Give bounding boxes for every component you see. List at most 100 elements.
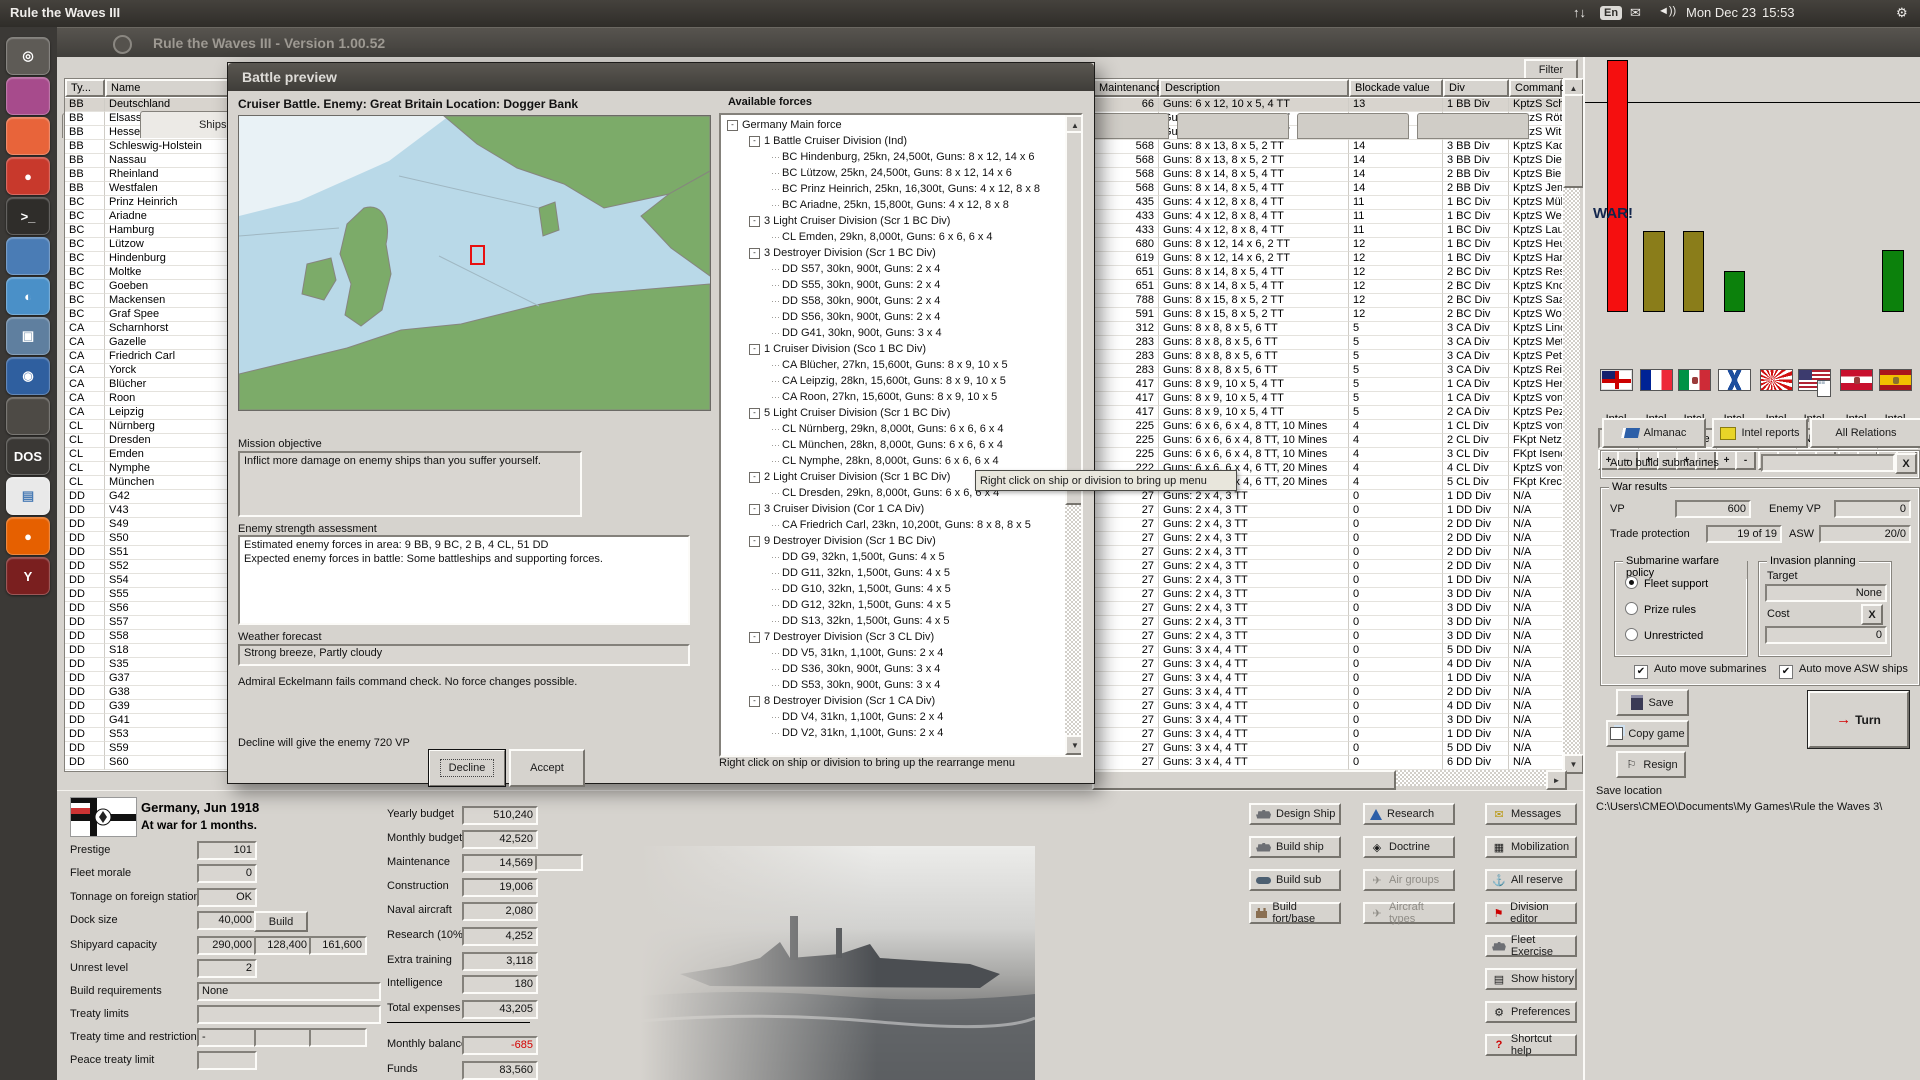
tree-item[interactable]: ··· BC Lützow, 25kn, 24,500t, Guns: 8 x 1… <box>771 165 1012 181</box>
fleet-row-s53[interactable]: DD S53 <box>65 728 234 742</box>
tree-item[interactable]: ··· DD V4, 31kn, 1,100t, Guns: 2 x 4 <box>771 709 943 725</box>
detail-row[interactable]: 225 Guns: 6 x 6, 6 x 4, 8 TT, 10 Mines 4 1 … <box>1093 420 1562 434</box>
auto-move-submarines-checkbox[interactable]: ✔ Auto move submarines <box>1634 663 1767 679</box>
fleet-row-s52[interactable]: DD S52 <box>65 560 234 574</box>
fleet-row-g38[interactable]: DD G38 <box>65 686 234 700</box>
preferences-button[interactable]: ⚙ Preferences <box>1485 1001 1577 1023</box>
scroll-right-icon[interactable]: ► <box>1546 770 1567 790</box>
detail-row[interactable]: 27 Guns: 2 x 4, 3 TT 0 2 DD Div N/A <box>1093 518 1562 532</box>
tree-item[interactable]: -3 Cruiser Division (Cor 1 CA Div) <box>749 501 924 517</box>
launcher-icon-media-player[interactable]: ● <box>6 157 50 195</box>
tab-stub[interactable] <box>1297 113 1409 139</box>
detail-row[interactable]: 568 Guns: 8 x 14, 8 x 5, 4 TT 14 2 BB Div Kp… <box>1093 168 1562 182</box>
tree-item[interactable]: ··· CL München, 28kn, 8,000t, Guns: 6 x 6… <box>771 437 1003 453</box>
fleet-row-friedrich-carl[interactable]: CA Friedrich Carl <box>65 350 234 364</box>
detail-row[interactable]: 225 Guns: 6 x 6, 6 x 4, 8 TT, 10 Mines 4 3 … <box>1093 448 1562 462</box>
flag-usa[interactable]: ≡≡ <box>1798 369 1831 397</box>
fleet-row-gazelle[interactable]: CA Gazelle <box>65 336 234 350</box>
fleet-row-s60[interactable]: DD S60 <box>65 756 234 770</box>
almanac-button[interactable]: Almanac <box>1602 418 1706 448</box>
tree-item[interactable]: ··· DD G9, 32kn, 1,500t, Guns: 4 x 5 <box>771 549 945 565</box>
detail-row[interactable]: 283 Guns: 8 x 8, 8 x 5, 6 TT 5 3 CA Div Kptz… <box>1093 336 1562 350</box>
mail-indicator-icon[interactable]: ✉ <box>1630 5 1641 21</box>
fleet-row-s35[interactable]: DD S35 <box>65 658 234 672</box>
radio-icon[interactable] <box>1625 602 1638 615</box>
fleet-row-prinz-heinrich[interactable]: BC Prinz Heinrich <box>65 196 234 210</box>
launcher-icon-software-center[interactable] <box>6 117 50 155</box>
clock-date[interactable]: Mon Dec 23 <box>1686 5 1756 20</box>
detail-row[interactable]: 417 Guns: 8 x 9, 10 x 5, 4 TT 5 2 CA Div Kpt… <box>1093 406 1562 420</box>
fleet-row-emden[interactable]: CL Emden <box>65 448 234 462</box>
detail-row[interactable]: 27 Guns: 2 x 4, 3 TT 0 3 DD Div N/A <box>1093 630 1562 644</box>
fleet-row-g42[interactable]: DD G42 <box>65 490 234 504</box>
detail-row[interactable]: 27 Guns: 2 x 4, 3 TT 0 1 DD Div N/A <box>1093 574 1562 588</box>
flag-japan[interactable] <box>1760 369 1793 391</box>
tree-collapse-icon[interactable]: - <box>749 535 760 547</box>
all-relations-button[interactable]: All Relations <box>1810 418 1920 448</box>
fleet-row-nassau[interactable]: BB Nassau <box>65 154 234 168</box>
session-menu-icon[interactable]: ⚙ <box>1896 5 1908 21</box>
flag-russia[interactable] <box>1718 369 1751 391</box>
launcher-icon-utility[interactable] <box>6 397 50 435</box>
detail-row[interactable]: 27 Guns: 3 x 4, 4 TT 0 4 DD Div N/A <box>1093 658 1562 672</box>
tree-vscroll-thumb[interactable] <box>1065 131 1081 505</box>
fleet-row-goeben[interactable]: BC Goeben <box>65 280 234 294</box>
detail-row[interactable]: 27 Guns: 3 x 4, 4 TT 0 1 DD Div N/A <box>1093 728 1562 742</box>
tree-item[interactable]: -7 Destroyer Division (Scr 3 CL Div) <box>749 629 934 645</box>
fleet-row-s56[interactable]: DD S56 <box>65 602 234 616</box>
detail-row[interactable]: 651 Guns: 8 x 14, 8 x 5, 4 TT 12 2 BC Div Kp… <box>1093 266 1562 280</box>
tree-item[interactable]: ··· DD G12, 32kn, 1,500t, Guns: 4 x 5 <box>771 597 951 613</box>
tree-item[interactable]: ··· DD S55, 30kn, 900t, Guns: 2 x 4 <box>771 277 940 293</box>
launcher-icon-dosbox[interactable]: DOS <box>6 437 50 475</box>
hscroll-thumb[interactable] <box>1092 770 1396 790</box>
save-button[interactable]: Save <box>1616 689 1689 716</box>
detail-row[interactable]: 27 Guns: 3 x 4, 4 TT 0 5 DD Div N/A <box>1093 644 1562 658</box>
decline-button[interactable]: Decline <box>428 749 506 787</box>
build-button[interactable]: Build <box>254 911 308 932</box>
fleet-row-s18[interactable]: DD S18 <box>65 644 234 658</box>
radio-icon[interactable] <box>1625 628 1638 641</box>
fleet-row-hindenburg[interactable]: BC Hindenburg <box>65 252 234 266</box>
launcher-icon-settings[interactable]: ◐ <box>6 277 50 315</box>
detail-header-maintenance[interactable]: Maintenance <box>1093 79 1162 97</box>
fleet-row-s55[interactable]: DD S55 <box>65 588 234 602</box>
launcher-icon-files[interactable] <box>6 77 50 115</box>
detail-row[interactable]: 27 Guns: 3 x 4, 4 TT 0 4 DD Div N/A <box>1093 700 1562 714</box>
tree-item[interactable]: ··· BC Prinz Heinrich, 25kn, 16,300t, Gun… <box>771 181 1040 197</box>
radio-unrestricted[interactable]: Unrestricted <box>1625 628 1703 642</box>
fleet-row-s58[interactable]: DD S58 <box>65 630 234 644</box>
fleet-row-deutschland[interactable]: BB Deutschland <box>65 98 234 112</box>
detail-row[interactable]: 283 Guns: 8 x 8, 8 x 5, 6 TT 5 3 CA Div Kptz… <box>1093 350 1562 364</box>
tree-item[interactable]: ··· CA Blücher, 27kn, 15,600t, Guns: 8 x … <box>771 357 1008 373</box>
detail-row[interactable]: 27 Guns: 3 x 4, 4 TT 0 2 DD Div N/A <box>1093 686 1562 700</box>
fleet-row-dresden[interactable]: CL Dresden <box>65 434 234 448</box>
volume-indicator-icon[interactable]: ◄)) <box>1658 5 1676 17</box>
tree-item[interactable]: -3 Light Cruiser Division (Scr 1 BC Div) <box>749 213 950 229</box>
tree-item[interactable]: ··· DD S53, 30kn, 900t, Guns: 3 x 4 <box>771 677 940 693</box>
tab-stub[interactable] <box>1417 113 1529 139</box>
detail-row[interactable]: 417 Guns: 8 x 9, 10 x 5, 4 TT 5 1 CA Div Kpt… <box>1093 378 1562 392</box>
launcher-icon-passwords-keys[interactable]: ◉ <box>6 357 50 395</box>
launcher-icon-software-updater[interactable] <box>6 237 50 275</box>
fleet-row-yorck[interactable]: CA Yorck <box>65 364 234 378</box>
turn-button[interactable]: → Turn <box>1807 690 1910 749</box>
flag-italy[interactable] <box>1678 369 1711 391</box>
scroll-down-icon[interactable]: ▼ <box>1065 735 1081 755</box>
detail-header-div[interactable]: Div <box>1443 79 1509 97</box>
detail-row[interactable]: 433 Guns: 4 x 12, 8 x 8, 4 TT 11 1 BC Div Kp… <box>1093 210 1562 224</box>
fleet-row-leipzig[interactable]: CA Leipzig <box>65 406 234 420</box>
copy-game-button[interactable]: Copy game <box>1606 720 1689 747</box>
detail-row[interactable]: 225 Guns: 6 x 6, 6 x 4, 8 TT, 10 Mines 4 2 … <box>1093 434 1562 448</box>
tree-item[interactable]: ··· BC Hindenburg, 25kn, 24,500t, Guns: 8… <box>771 149 1035 165</box>
fleet-header-type[interactable]: Ty... <box>65 79 105 97</box>
fleet-exercise-button[interactable]: Fleet Exercise <box>1485 934 1577 958</box>
fleet-row-rheinland[interactable]: BB Rheinland <box>65 168 234 182</box>
messages-button[interactable]: ✉ Messages <box>1485 803 1577 825</box>
keyboard-layout-indicator[interactable]: En <box>1600 6 1623 20</box>
radio-icon[interactable] <box>1625 576 1638 589</box>
detail-row[interactable]: 591 Guns: 8 x 15, 8 x 5, 2 TT 12 2 BC Div Kp… <box>1093 308 1562 322</box>
research-button[interactable]: Research <box>1363 803 1455 825</box>
detail-row[interactable]: 27 Guns: 2 x 4, 3 TT 0 2 DD Div N/A <box>1093 560 1562 574</box>
tree-item[interactable]: -2 Light Cruiser Division (Scr 1 BC Div) <box>749 469 950 485</box>
doctrine-button[interactable]: ◈ Doctrine <box>1363 836 1455 858</box>
